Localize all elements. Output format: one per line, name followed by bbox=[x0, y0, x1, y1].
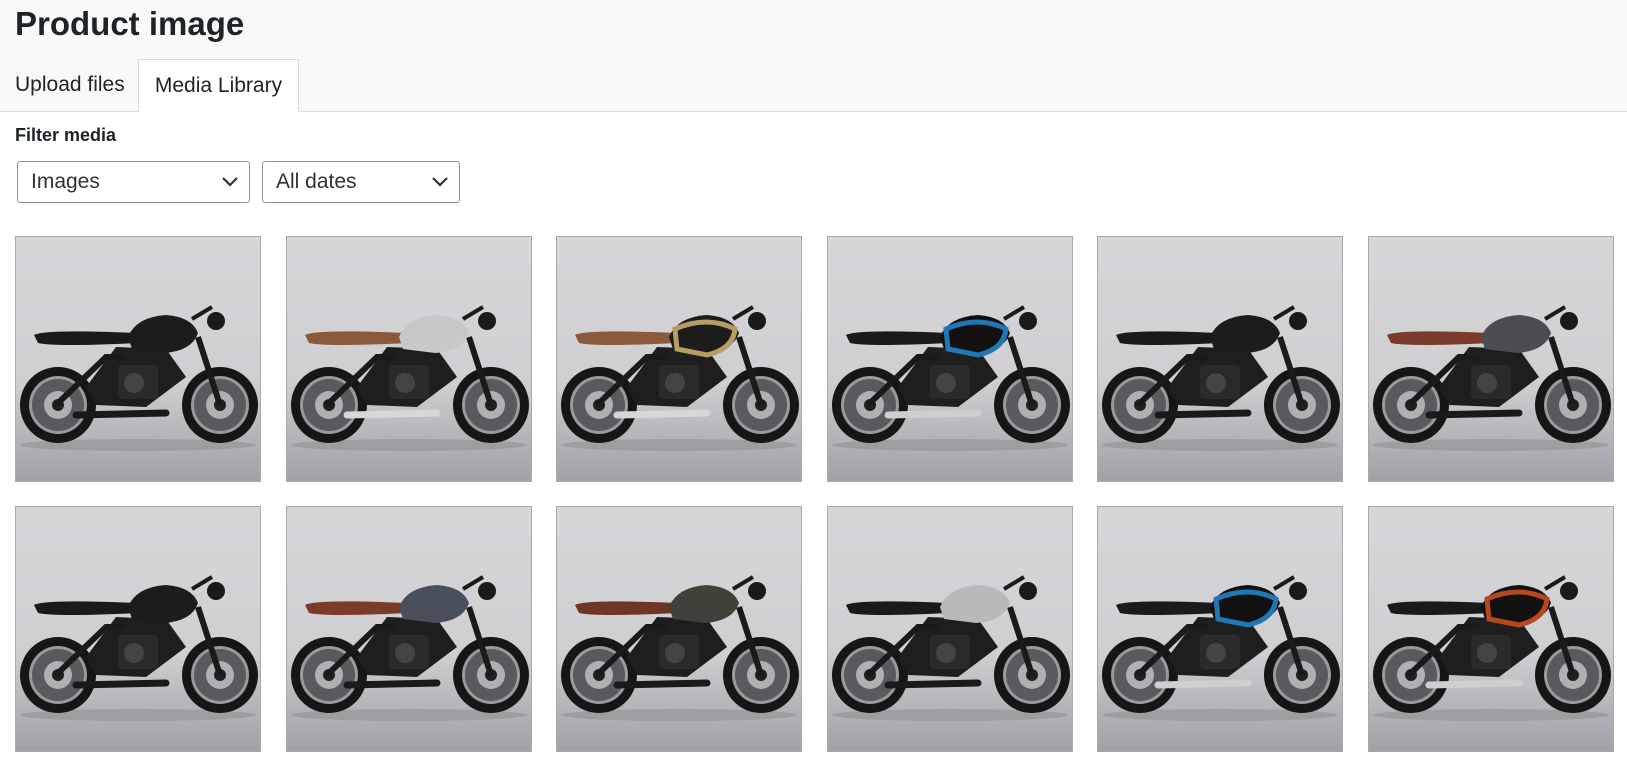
motorcycle-image bbox=[1102, 305, 1340, 451]
chevron-down-icon bbox=[222, 177, 238, 187]
media-thumbnail[interactable] bbox=[556, 506, 802, 752]
motorcycle-image bbox=[20, 305, 258, 451]
chevron-down-icon bbox=[432, 177, 448, 187]
media-type-select[interactable]: Images bbox=[17, 161, 250, 203]
media-thumbnail[interactable] bbox=[1097, 506, 1343, 752]
motorcycle-image bbox=[291, 575, 529, 721]
media-thumbnail[interactable] bbox=[827, 506, 1073, 752]
media-thumbnail[interactable] bbox=[15, 236, 261, 482]
media-thumbnail[interactable] bbox=[556, 236, 802, 482]
media-thumbnail[interactable] bbox=[286, 506, 532, 752]
motorcycle-image bbox=[1373, 575, 1611, 721]
motorcycle-image bbox=[561, 305, 799, 451]
media-thumbnail[interactable] bbox=[827, 236, 1073, 482]
media-type-select-value: Images bbox=[31, 170, 100, 193]
filter-media-label: Filter media bbox=[15, 125, 117, 145]
motorcycle-image bbox=[1102, 575, 1340, 721]
media-thumbnail[interactable] bbox=[1097, 236, 1343, 482]
motorcycle-image bbox=[832, 575, 1070, 721]
date-filter-select-value: All dates bbox=[276, 170, 357, 193]
motorcycle-image bbox=[832, 305, 1070, 451]
motorcycle-image bbox=[20, 575, 258, 721]
media-thumbnail[interactable] bbox=[286, 236, 532, 482]
date-filter-select[interactable]: All dates bbox=[262, 161, 460, 203]
page-title: Product image bbox=[15, 5, 245, 42]
motorcycle-image bbox=[561, 575, 799, 721]
motorcycle-image bbox=[291, 305, 529, 451]
media-thumbnail[interactable] bbox=[1368, 506, 1614, 752]
media-thumbnail[interactable] bbox=[1368, 236, 1614, 482]
tab-upload-files[interactable]: Upload files bbox=[15, 59, 125, 111]
tab-media-library[interactable]: Media Library bbox=[138, 59, 299, 113]
media-thumbnail[interactable] bbox=[15, 506, 261, 752]
motorcycle-image bbox=[1373, 305, 1611, 451]
modal-header: Product image Upload files Media Library bbox=[0, 0, 1627, 113]
